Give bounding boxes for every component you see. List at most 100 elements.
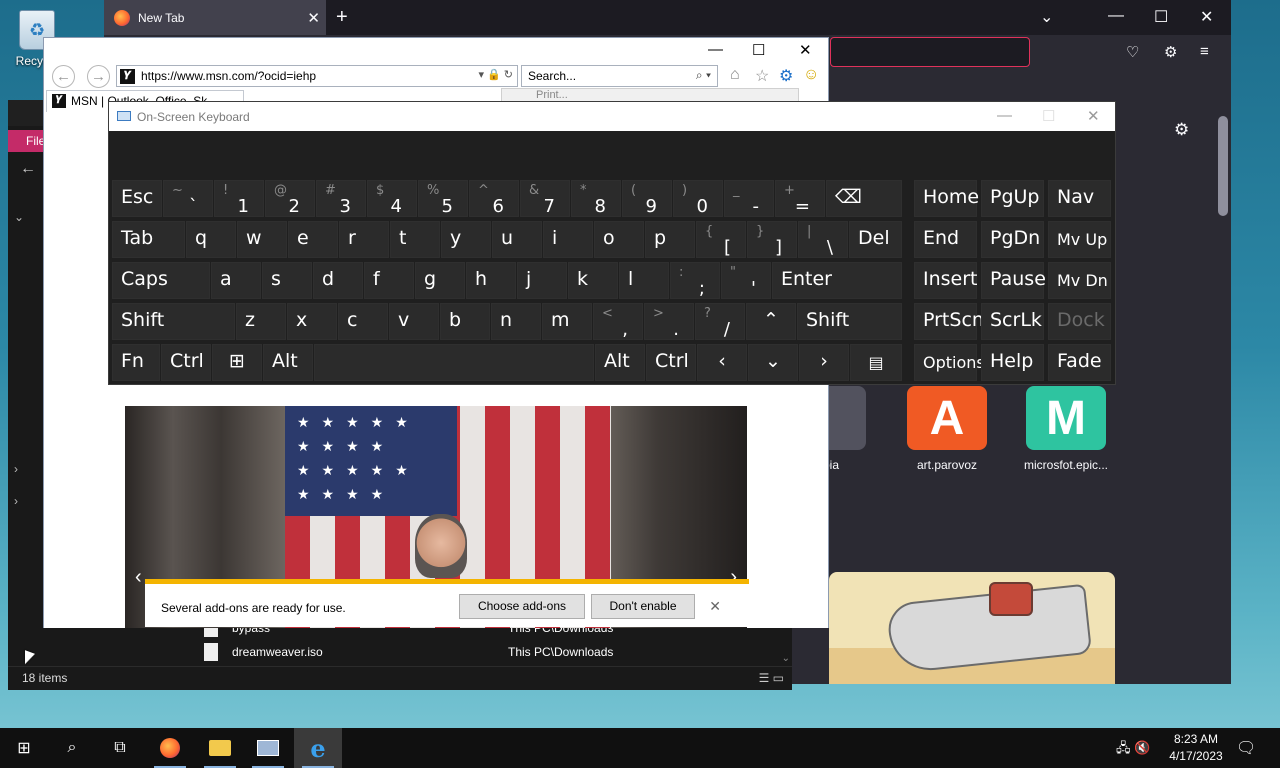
pocket-icon[interactable]: ♡ — [1126, 43, 1139, 61]
key-scrlk[interactable]: ScrLk — [981, 303, 1044, 340]
back-arrow-icon[interactable]: ← — [20, 160, 36, 178]
home-icon[interactable]: ⌂ — [730, 66, 740, 84]
key-backspace[interactable]: ⌫ — [826, 180, 902, 217]
new-tab-button[interactable]: + — [336, 6, 348, 29]
firefox-url-bar[interactable] — [830, 37, 1030, 67]
key-nav[interactable]: Nav — [1048, 180, 1111, 217]
chevron-right-icon[interactable]: › — [14, 494, 18, 508]
key-shift-left[interactable]: Shift — [112, 303, 235, 340]
key-letter[interactable]: k — [568, 262, 618, 299]
task-view-icon[interactable]: ⧉ — [96, 728, 144, 768]
ie-address-bar[interactable]: 𝒀 https://www.msn.com/?ocid=iehp ▾ 🔒 ↻ — [116, 65, 518, 87]
close-window-button[interactable]: ✕ — [1200, 7, 1213, 27]
key-letter[interactable]: r — [339, 221, 389, 258]
key-prtscn[interactable]: PrtScn — [914, 303, 984, 340]
notification-center-icon[interactable]: 🗨 — [1236, 738, 1256, 758]
key-pgup[interactable]: PgUp — [981, 180, 1044, 217]
menu-icon[interactable]: ≡ — [1200, 43, 1209, 60]
key-num-3[interactable]: #3 — [316, 180, 366, 217]
key-help[interactable]: Help — [981, 344, 1044, 381]
file-explorer-taskbar-icon[interactable] — [196, 728, 244, 768]
explorer-file-tab[interactable]: File — [8, 130, 45, 152]
key-letter[interactable]: u — [492, 221, 542, 258]
key-mvdn[interactable]: Mv Dn — [1048, 262, 1111, 299]
key-space[interactable] — [314, 344, 594, 381]
key-letter[interactable]: t — [390, 221, 440, 258]
key-windows-icon[interactable]: ⊞ — [212, 344, 262, 381]
key-letter[interactable]: f — [364, 262, 414, 299]
key-letter[interactable]: y — [441, 221, 491, 258]
back-button-icon[interactable]: ← — [52, 65, 75, 88]
key-symbol[interactable]: :; — [670, 262, 720, 299]
key-caps[interactable]: Caps — [112, 262, 210, 299]
key-enter[interactable]: Enter — [772, 262, 902, 299]
key-end[interactable]: End — [914, 221, 977, 258]
tools-gear-icon[interactable]: ⚙ — [779, 66, 793, 86]
key-letter[interactable]: x — [287, 303, 337, 340]
key-symbol[interactable]: {[ — [696, 221, 746, 258]
key-del[interactable]: Del — [849, 221, 902, 258]
view-toggle-icon[interactable]: ☰ ▭ — [759, 671, 784, 685]
key-symbol[interactable]: " ' — [721, 262, 771, 299]
key-home[interactable]: Home — [914, 180, 979, 217]
close-notification-icon[interactable]: ✕ — [709, 598, 721, 615]
key-num-12[interactable]: + = — [775, 180, 825, 217]
list-item[interactable]: dreamweaver.iso This PC\Downloads — [204, 642, 613, 662]
key-letter[interactable]: i — [543, 221, 593, 258]
maximize-button[interactable]: ☐ — [1154, 7, 1168, 27]
key-num-4[interactable]: $4 — [367, 180, 417, 217]
key-symbol[interactable]: ? / — [695, 303, 745, 340]
address-controls-icon[interactable]: ▾ 🔒 ↻ — [478, 68, 513, 81]
carousel-prev-icon[interactable]: ‹ — [135, 566, 142, 589]
firefox-taskbar-icon[interactable] — [146, 728, 194, 768]
key-esc[interactable]: Esc — [112, 180, 162, 217]
tray-network-volume-icon[interactable]: 🖧 🔇 — [1116, 739, 1150, 761]
close-tab-icon[interactable]: ✕ — [307, 9, 320, 27]
key-letter[interactable]: p — [645, 221, 695, 258]
choose-addons-button[interactable]: Choose add-ons — [459, 594, 585, 619]
key-pause[interactable]: Pause — [981, 262, 1046, 299]
key-options[interactable]: Options — [914, 344, 985, 381]
key-letter[interactable]: g — [415, 262, 465, 299]
key-ctrl-right[interactable]: Ctrl — [646, 344, 696, 381]
key-arrow-up-icon[interactable]: ⌃ — [746, 303, 796, 340]
forward-button-icon[interactable]: → — [87, 65, 110, 88]
key-letter[interactable]: j — [517, 262, 567, 299]
key-symbol[interactable]: }] — [747, 221, 797, 258]
key-symbol[interactable]: >. — [644, 303, 694, 340]
close-window-button[interactable]: ✕ — [799, 41, 812, 59]
start-windows-icon[interactable]: ⊞ — [0, 728, 48, 768]
key-mvup[interactable]: Mv Up — [1048, 221, 1111, 258]
on-screen-keyboard-taskbar-icon[interactable] — [244, 728, 292, 768]
favorites-star-icon[interactable]: ☆ — [755, 66, 769, 86]
key-symbol[interactable]: <, — [593, 303, 643, 340]
key-letter[interactable]: a — [211, 262, 261, 299]
minimize-button[interactable]: — — [1108, 7, 1124, 25]
key-ctrl-left[interactable]: Ctrl — [161, 344, 211, 381]
dont-enable-button[interactable]: Don't enable — [591, 594, 695, 619]
key-num-7[interactable]: & 7 — [520, 180, 570, 217]
key-alt-left[interactable]: Alt — [263, 344, 313, 381]
maximize-button[interactable]: ☐ — [752, 41, 765, 59]
firefox-tab-new-tab[interactable]: New Tab ✕ — [104, 0, 326, 35]
maximize-button[interactable]: ☐ — [1042, 107, 1055, 125]
scrollbar-thumb[interactable] — [1218, 116, 1228, 216]
key-num-9[interactable]: (9 — [622, 180, 672, 217]
key-letter[interactable]: n — [491, 303, 541, 340]
key-letter[interactable]: o — [594, 221, 644, 258]
list-all-tabs-icon[interactable]: ⌄ — [1040, 7, 1053, 27]
search-icon[interactable]: ⌕ — [48, 728, 96, 768]
key-num-1[interactable]: ! 1 — [214, 180, 264, 217]
key-tab[interactable]: Tab — [112, 221, 185, 258]
chevron-down-icon[interactable]: ⌄ — [14, 210, 24, 224]
search-icon[interactable]: ⌕ ▾ — [696, 68, 711, 83]
internet-explorer-taskbar-icon[interactable]: e — [294, 728, 342, 768]
key-letter[interactable]: m — [542, 303, 592, 340]
key-num-6[interactable]: ^ 6 — [469, 180, 519, 217]
key-letter[interactable]: b — [440, 303, 490, 340]
extensions-icon[interactable]: ⚙ — [1164, 43, 1177, 61]
key-menu-icon[interactable]: ▤ — [850, 344, 902, 381]
key-num-2[interactable]: @2 — [265, 180, 315, 217]
key-letter[interactable]: d — [313, 262, 363, 299]
key-letter[interactable]: v — [389, 303, 439, 340]
